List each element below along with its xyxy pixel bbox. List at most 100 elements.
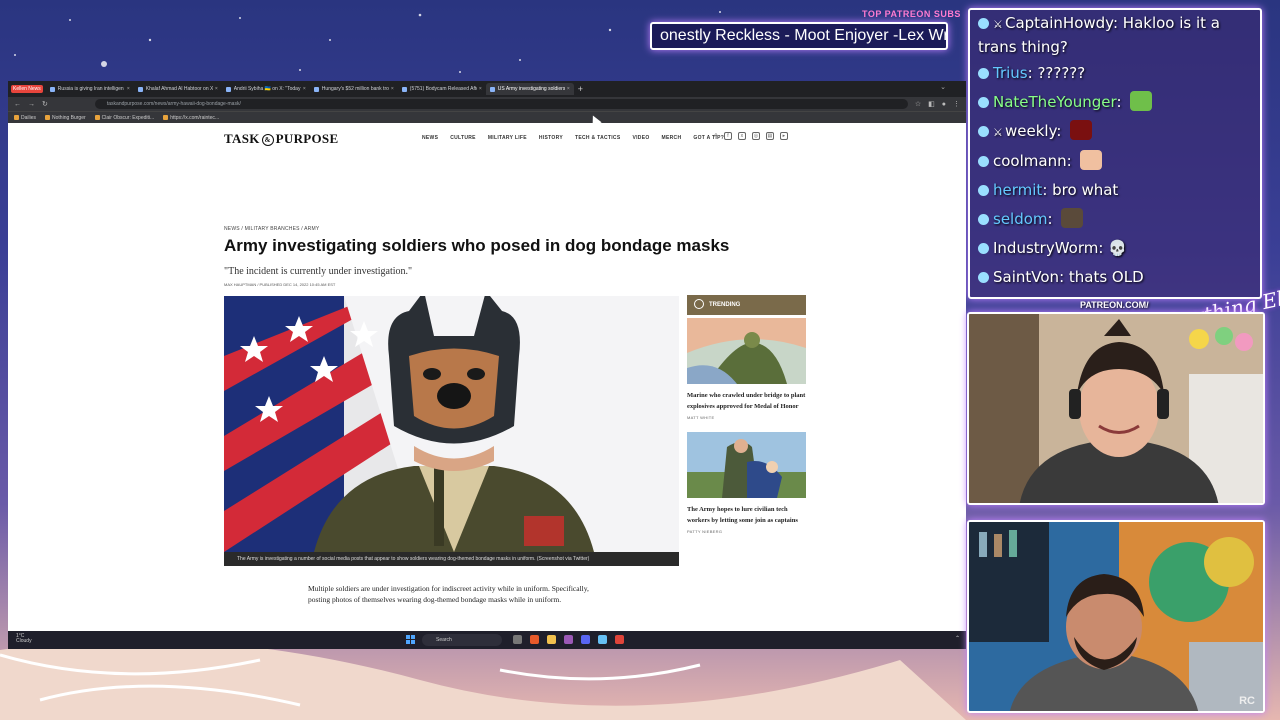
site-nav-item[interactable]: TECH & TACTICS [575,135,621,141]
tab-close-icon[interactable]: × [391,86,394,92]
chat-username[interactable]: SaintVon [993,268,1059,286]
chat-username[interactable]: hermit [993,181,1042,199]
chat-separator: : [1056,122,1067,140]
site-nav-item[interactable]: MERCH [662,135,682,141]
forward-arrow-icon[interactable]: → [28,101,35,108]
pinned-tab[interactable]: Kellen News [11,85,43,93]
search-icon[interactable]: ⌕ [714,132,718,140]
app-icon[interactable] [564,635,573,644]
trending-title[interactable]: Marine who crawled under bridge to plant… [687,390,806,412]
chat-badge-icon [978,156,989,167]
trending-title[interactable]: The Army hopes to lure civilian tech wor… [687,504,806,526]
steam-icon[interactable] [598,635,607,644]
trending-author[interactable]: MATT WHITE [687,415,806,420]
address-bar-row: ← → ↻ taskandpurpose.com/news/army-hawai… [8,97,966,111]
site-nav-item[interactable]: CULTURE [450,135,476,141]
chat-separator: : [1047,210,1058,228]
bookmark-item[interactable]: Nothing Burger [45,114,86,121]
trending-card[interactable]: Marine who crawled under bridge to plant… [687,318,806,420]
discord-icon[interactable] [581,635,590,644]
chat-text: bro what [1052,181,1119,199]
chat-username[interactable]: weekly [1005,122,1056,140]
chat-username[interactable]: seldom [993,210,1048,228]
browser-tab[interactable]: Russia is giving Iran intelligen × [46,83,134,95]
chat-badge-icon [978,126,989,137]
chat-message: SaintVon: thats OLD [978,263,1252,292]
chat-username[interactable]: Trius [993,64,1028,82]
instagram-icon[interactable]: ◎ [751,132,760,140]
tab-favicon-icon [313,86,319,92]
reload-icon[interactable]: ↻ [42,100,48,108]
site-logo[interactable]: TASK & PURPOSE [224,131,338,147]
menu-icon[interactable]: ⋮ [953,100,960,108]
sword-badge-icon: ⚔ [993,18,1003,31]
url-field[interactable]: taskandpurpose.com/news/army-hawaii-dog-… [94,99,908,109]
chat-separator: : [1059,268,1069,286]
taskbar-search[interactable]: Search [422,634,502,646]
chat-username[interactable]: IndustryWorm [993,239,1098,257]
tab-favicon-icon [225,86,231,92]
chat-badge-icon [978,214,989,225]
bookmark-item[interactable]: Clair Obscur: Expediti... [94,114,154,121]
chat-username[interactable]: CaptainHowdy [1005,14,1113,32]
site-nav-item[interactable]: NEWS [422,135,438,141]
tab-label: Khalaf Ahmad Al Habtoor on X: [145,86,213,92]
article-headline: Army investigating soldiers who posed in… [224,236,730,255]
sword-badge-icon: ⚔ [993,126,1003,139]
tab-label: Hungary's $52 million bank tro [321,86,389,92]
file-explorer-icon[interactable] [547,635,556,644]
browser-icon[interactable] [530,635,539,644]
profile-icon[interactable]: ● [942,101,946,108]
bookmark-label: Nothing Burger [52,114,86,121]
tab-close-icon[interactable]: × [303,86,306,92]
chat-username[interactable]: coolmann [993,152,1067,170]
new-tab-button[interactable]: + [578,84,583,94]
article-byline: MAX HAUPTMAN / PUBLISHED DEC 14, 2022 10… [224,282,336,287]
star-icon[interactable]: ☆ [915,100,921,108]
browser-tab[interactable]: Khalaf Ahmad Al Habtoor on X: × [134,83,222,95]
trending-card[interactable]: The Army hopes to lure civilian tech wor… [687,432,806,534]
tab-close-icon[interactable]: × [479,86,482,92]
chat-message: ⚔ CaptainHowdy: Hakloo is it a trans thin… [978,12,1252,59]
youtube-icon[interactable]: ▸ [779,132,788,140]
trending-author[interactable]: PATTY NIEBERG [687,529,806,534]
trending-image[interactable] [687,318,806,384]
bookmark-item[interactable]: Dailies [14,114,36,121]
frog-emote [1130,91,1153,111]
tab-favicon-icon [401,86,407,92]
chat-text: ?????? [1037,64,1086,82]
browser-tab[interactable]: (5751) Bodycam Released After × [398,83,486,95]
browser-tab[interactable]: Hungary's $52 million bank tro × [310,83,398,95]
tab-label: Andrii Sybiha 🇺🇦 on X: "Today a [233,86,301,92]
bookmark-item[interactable]: https://x.com/raintec... [163,114,219,121]
chrome-icon[interactable] [615,635,624,644]
image-caption: The Army is investigating a number of so… [224,552,679,566]
extensions-icon[interactable]: ◧ [928,100,935,108]
browser-tab[interactable]: US Army investigating soldiers × [485,83,574,95]
bookmark-favicon-icon [163,114,169,120]
chat-separator: : [1066,152,1077,170]
webcam-host [967,312,1265,505]
back-arrow-icon[interactable]: ← [14,101,21,108]
tab-close-icon[interactable]: × [567,86,570,92]
tab-list: Russia is giving Iran intelligen × Khalaf … [46,83,574,95]
system-tray-chevron-icon[interactable]: ⌃ [955,635,960,642]
browser-tab[interactable]: Andrii Sybiha 🇺🇦 on X: "Today a × [222,83,310,95]
tab-close-icon[interactable]: × [127,86,130,92]
trending-image[interactable] [687,432,806,498]
flipboard-icon[interactable]: ▤ [765,132,774,140]
facebook-icon[interactable]: f [723,132,732,140]
tab-search-chevron-icon[interactable]: ⌄ [940,83,946,91]
browser-window: Kellen News Russia is giving Iran intell… [8,81,966,649]
chat-username[interactable]: NateTheYounger [993,93,1116,111]
windows-start-icon[interactable] [406,635,415,644]
breadcrumb[interactable]: NEWS / MILITARY BRANCHES / ARMY [224,226,319,232]
tab-close-icon[interactable]: × [215,86,218,92]
weather-widget[interactable]: 1°C Cloudy [16,634,32,644]
site-nav-item[interactable]: MILITARY LIFE [488,135,527,141]
site-nav-item[interactable]: HISTORY [539,135,563,141]
x-icon[interactable]: x [737,132,746,140]
task-view-icon[interactable] [513,635,522,644]
site-nav-item[interactable]: VIDEO [632,135,649,141]
trending-logo-icon [694,299,704,309]
